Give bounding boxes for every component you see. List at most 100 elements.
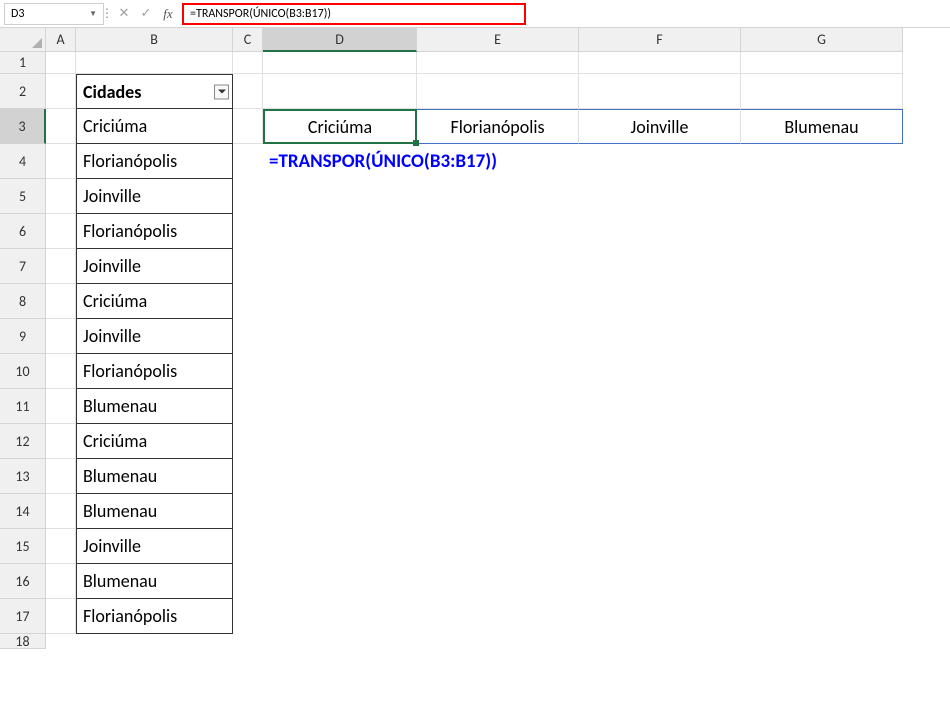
cell-G14[interactable] bbox=[741, 494, 903, 529]
cell-D16[interactable] bbox=[263, 564, 417, 599]
cell-G4[interactable] bbox=[741, 144, 903, 179]
cell-A8[interactable] bbox=[46, 284, 76, 319]
cell-F3[interactable]: Joinville bbox=[579, 109, 741, 144]
row-header-13[interactable]: 13 bbox=[0, 459, 46, 494]
row-header-17[interactable]: 17 bbox=[0, 599, 46, 634]
cell-G9[interactable] bbox=[741, 319, 903, 354]
cell-F18[interactable] bbox=[579, 634, 741, 649]
fx-icon[interactable]: fx bbox=[158, 4, 178, 24]
cell-B6[interactable]: Florianópolis bbox=[76, 214, 233, 249]
cell-D5[interactable] bbox=[263, 179, 417, 214]
col-header-G[interactable]: G bbox=[741, 28, 903, 52]
cell-G5[interactable] bbox=[741, 179, 903, 214]
col-header-C[interactable]: C bbox=[233, 28, 263, 52]
cell-B2[interactable]: Cidades bbox=[76, 74, 233, 109]
cell-F10[interactable] bbox=[579, 354, 741, 389]
cell-F5[interactable] bbox=[579, 179, 741, 214]
cell-A15[interactable] bbox=[46, 529, 76, 564]
cell-F7[interactable] bbox=[579, 249, 741, 284]
cell-A3[interactable] bbox=[46, 109, 76, 144]
cell-A17[interactable] bbox=[46, 599, 76, 634]
row-header-12[interactable]: 12 bbox=[0, 424, 46, 459]
cell-B18[interactable] bbox=[76, 634, 233, 649]
cell-A9[interactable] bbox=[46, 319, 76, 354]
row-header-4[interactable]: 4 bbox=[0, 144, 46, 179]
cell-D9[interactable] bbox=[263, 319, 417, 354]
cell-B11[interactable]: Blumenau bbox=[76, 389, 233, 424]
name-box[interactable]: D3 ▼ bbox=[4, 3, 104, 25]
cell-G12[interactable] bbox=[741, 424, 903, 459]
cell-C8[interactable] bbox=[233, 284, 263, 319]
cell-F17[interactable] bbox=[579, 599, 741, 634]
cell-C16[interactable] bbox=[233, 564, 263, 599]
cell-G15[interactable] bbox=[741, 529, 903, 564]
cell-A12[interactable] bbox=[46, 424, 76, 459]
cell-G7[interactable] bbox=[741, 249, 903, 284]
cell-G2[interactable] bbox=[741, 74, 903, 109]
cell-E10[interactable] bbox=[417, 354, 579, 389]
cell-B17[interactable]: Florianópolis bbox=[76, 599, 233, 634]
cell-G8[interactable] bbox=[741, 284, 903, 319]
cell-E12[interactable] bbox=[417, 424, 579, 459]
cell-C5[interactable] bbox=[233, 179, 263, 214]
cell-C4[interactable] bbox=[233, 144, 263, 179]
cell-E18[interactable] bbox=[417, 634, 579, 649]
row-header-14[interactable]: 14 bbox=[0, 494, 46, 529]
row-header-6[interactable]: 6 bbox=[0, 214, 46, 249]
cell-B10[interactable]: Florianópolis bbox=[76, 354, 233, 389]
cell-F11[interactable] bbox=[579, 389, 741, 424]
cell-E2[interactable] bbox=[417, 74, 579, 109]
row-header-1[interactable]: 1 bbox=[0, 52, 46, 74]
cell-F8[interactable] bbox=[579, 284, 741, 319]
cell-G11[interactable] bbox=[741, 389, 903, 424]
cell-B16[interactable]: Blumenau bbox=[76, 564, 233, 599]
enter-formula-icon[interactable]: ✓ bbox=[136, 4, 156, 24]
cell-A13[interactable] bbox=[46, 459, 76, 494]
row-header-16[interactable]: 16 bbox=[0, 564, 46, 599]
row-header-5[interactable]: 5 bbox=[0, 179, 46, 214]
cell-A16[interactable] bbox=[46, 564, 76, 599]
row-header-8[interactable]: 8 bbox=[0, 284, 46, 319]
cell-D3[interactable]: Criciúma bbox=[263, 109, 417, 144]
cell-B13[interactable]: Blumenau bbox=[76, 459, 233, 494]
cell-A6[interactable] bbox=[46, 214, 76, 249]
cell-B3[interactable]: Criciúma bbox=[76, 109, 233, 144]
cancel-formula-icon[interactable]: ✕ bbox=[114, 4, 134, 24]
formula-input[interactable]: =TRANSPOR(ÚNICO(B3:B17)) bbox=[182, 3, 526, 25]
cell-D6[interactable] bbox=[263, 214, 417, 249]
cell-B4[interactable]: Florianópolis bbox=[76, 144, 233, 179]
cell-A11[interactable] bbox=[46, 389, 76, 424]
cell-D10[interactable] bbox=[263, 354, 417, 389]
cell-C14[interactable] bbox=[233, 494, 263, 529]
cell-D7[interactable] bbox=[263, 249, 417, 284]
cell-E7[interactable] bbox=[417, 249, 579, 284]
cell-G6[interactable] bbox=[741, 214, 903, 249]
cell-D14[interactable] bbox=[263, 494, 417, 529]
cell-F14[interactable] bbox=[579, 494, 741, 529]
col-header-F[interactable]: F bbox=[579, 28, 741, 52]
cell-A7[interactable] bbox=[46, 249, 76, 284]
cell-C6[interactable] bbox=[233, 214, 263, 249]
cell-F12[interactable] bbox=[579, 424, 741, 459]
name-box-dropdown-icon[interactable]: ▼ bbox=[89, 9, 97, 19]
row-header-10[interactable]: 10 bbox=[0, 354, 46, 389]
cell-G13[interactable] bbox=[741, 459, 903, 494]
cell-E9[interactable] bbox=[417, 319, 579, 354]
cell-G1[interactable] bbox=[741, 52, 903, 74]
col-header-E[interactable]: E bbox=[417, 28, 579, 52]
cell-C3[interactable] bbox=[233, 109, 263, 144]
cell-C15[interactable] bbox=[233, 529, 263, 564]
col-header-A[interactable]: A bbox=[46, 28, 76, 52]
cell-E17[interactable] bbox=[417, 599, 579, 634]
cell-B8[interactable]: Criciúma bbox=[76, 284, 233, 319]
row-header-11[interactable]: 11 bbox=[0, 389, 46, 424]
cell-G18[interactable] bbox=[741, 634, 903, 649]
cell-D2[interactable] bbox=[263, 74, 417, 109]
cell-F16[interactable] bbox=[579, 564, 741, 599]
cell-A18[interactable] bbox=[46, 634, 76, 649]
cell-A14[interactable] bbox=[46, 494, 76, 529]
cell-D4[interactable]: =TRANSPOR(ÚNICO(B3:B17)) bbox=[263, 144, 417, 179]
cell-C17[interactable] bbox=[233, 599, 263, 634]
cell-E16[interactable] bbox=[417, 564, 579, 599]
cell-B12[interactable]: Criciúma bbox=[76, 424, 233, 459]
